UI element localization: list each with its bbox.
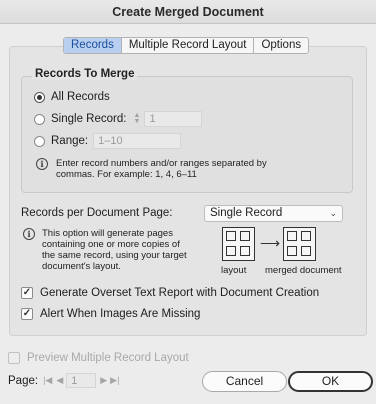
overset-report-label: Generate Overset Text Report with Docume… — [40, 287, 320, 299]
info-icon: i — [23, 228, 35, 240]
records-per-page-value: Single Record — [210, 207, 283, 219]
records-per-page-info: i This option will generate pages contai… — [23, 228, 187, 272]
range-label: Range: — [51, 135, 89, 147]
page-field[interactable]: 1 — [66, 373, 97, 388]
range-info-line-1: Enter record numbers and/or ranges separ… — [56, 158, 267, 169]
single-record-label: Single Record: — [51, 113, 127, 125]
range-info: i Enter record numbers and/or ranges sep… — [36, 158, 267, 180]
overset-report-checkbox[interactable]: ✓ — [21, 287, 33, 299]
cancel-button[interactable]: Cancel — [202, 371, 287, 392]
missing-images-checkbox[interactable]: ✓ — [21, 308, 33, 320]
all-records-radio[interactable] — [34, 91, 45, 103]
arrow-right-icon: ⟶ — [260, 235, 281, 251]
rpp-info-line-2: containing one or more copies of — [42, 239, 180, 250]
missing-images-label: Alert When Images Are Missing — [40, 308, 201, 320]
window-title: Create Merged Document — [0, 0, 376, 24]
tab-options[interactable]: Options — [254, 38, 308, 53]
records-per-page-text: Records per Document Page: — [21, 207, 173, 219]
rpp-info-line-4: document's layout. — [42, 261, 121, 272]
single-record-radio[interactable] — [34, 113, 45, 125]
range-field[interactable]: 1–10 — [93, 133, 182, 149]
preview-option[interactable]: Preview Multiple Record Layout — [8, 352, 189, 364]
chevron-down-icon: ⌄ — [329, 208, 337, 218]
overset-report-option[interactable]: ✓ Generate Overset Text Report with Docu… — [21, 287, 319, 299]
preview-label: Preview Multiple Record Layout — [27, 352, 189, 364]
single-record-option[interactable]: Single Record: ▲ ▼ 1 — [34, 111, 203, 127]
diagram-merged-label: merged document — [265, 265, 342, 276]
page-nav: Page: |◀ ◀ 1 ▶ ▶| — [8, 373, 119, 388]
all-records-label: All Records — [51, 91, 110, 103]
tab-records[interactable]: Records — [64, 38, 122, 53]
layout-diagram-icon — [222, 227, 255, 261]
last-page-icon[interactable]: ▶| — [110, 375, 119, 386]
merged-document-diagram-icon — [283, 227, 316, 261]
records-to-merge-title: Records To Merge — [32, 68, 138, 80]
info-icon: i — [36, 158, 48, 170]
next-page-icon[interactable]: ▶ — [100, 375, 107, 386]
missing-images-option[interactable]: ✓ Alert When Images Are Missing — [21, 308, 200, 320]
single-record-field[interactable]: 1 — [144, 111, 203, 127]
records-per-page-select[interactable]: Single Record ⌄ — [204, 205, 343, 222]
single-record-stepper[interactable]: ▲ ▼ — [131, 111, 142, 127]
records-per-page-label: Records per Document Page: — [21, 207, 173, 219]
preview-checkbox[interactable] — [8, 352, 20, 364]
rpp-info-line-1: This option will generate pages — [42, 228, 173, 239]
rpp-info-line-3: the same record, using your target — [42, 250, 187, 261]
first-page-icon[interactable]: |◀ — [43, 375, 52, 386]
diagram-layout-label: layout — [221, 265, 247, 276]
page-label: Page: — [8, 374, 39, 387]
range-info-line-2: commas. For example: 1, 4, 6–11 — [56, 169, 197, 180]
all-records-option[interactable]: All Records — [34, 91, 110, 103]
range-option[interactable]: Range: 1–10 — [34, 133, 182, 149]
range-radio[interactable] — [34, 135, 45, 147]
ok-button[interactable]: OK — [288, 371, 373, 392]
tab-multiple-record-layout[interactable]: Multiple Record Layout — [122, 38, 255, 53]
previous-page-icon[interactable]: ◀ — [56, 375, 63, 386]
tab-bar: Records Multiple Record Layout Options — [63, 37, 310, 54]
